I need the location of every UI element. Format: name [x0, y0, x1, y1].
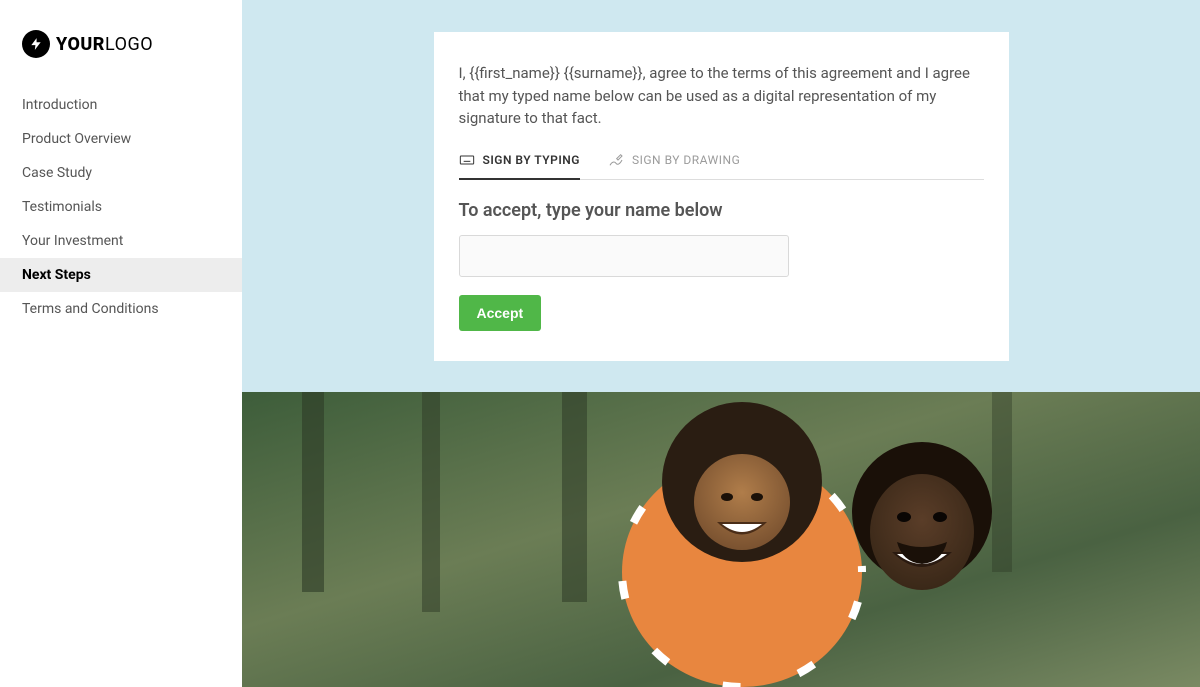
keyboard-icon: [459, 152, 475, 168]
tab-sign-by-drawing[interactable]: SIGN BY DRAWING: [608, 152, 740, 180]
type-name-prompt: To accept, type your name below: [459, 200, 984, 221]
sidebar: YOURLOGO Introduction Product Overview C…: [0, 0, 242, 687]
logo-text: YOURLOGO: [56, 34, 153, 55]
signature-card: I, {{first_name}} {{surname}}, agree to …: [434, 32, 1009, 361]
nav-item-case-study[interactable]: Case Study: [0, 156, 242, 190]
nav-item-testimonials[interactable]: Testimonials: [0, 190, 242, 224]
accept-button[interactable]: Accept: [459, 295, 542, 331]
signature-tabs: SIGN BY TYPING SIGN BY DRAWING: [459, 152, 984, 180]
nav-item-product-overview[interactable]: Product Overview: [0, 122, 242, 156]
signature-section: I, {{first_name}} {{surname}}, agree to …: [242, 0, 1200, 392]
nav-item-introduction[interactable]: Introduction: [0, 88, 242, 122]
agreement-text: I, {{first_name}} {{surname}}, agree to …: [459, 62, 984, 130]
main-content: I, {{first_name}} {{surname}}, agree to …: [242, 0, 1200, 687]
tab-label: SIGN BY TYPING: [483, 153, 580, 167]
nav-list: Introduction Product Overview Case Study…: [0, 88, 242, 326]
tab-sign-by-typing[interactable]: SIGN BY TYPING: [459, 152, 580, 180]
nav-item-your-investment[interactable]: Your Investment: [0, 224, 242, 258]
bolt-icon: [22, 30, 50, 58]
logo: YOURLOGO: [0, 30, 242, 88]
nav-item-next-steps[interactable]: Next Steps: [0, 258, 242, 292]
pen-icon: [608, 152, 624, 168]
hero-image: [242, 392, 1200, 687]
signature-name-input[interactable]: [459, 235, 789, 277]
tab-label: SIGN BY DRAWING: [632, 153, 740, 167]
nav-item-terms[interactable]: Terms and Conditions: [0, 292, 242, 326]
